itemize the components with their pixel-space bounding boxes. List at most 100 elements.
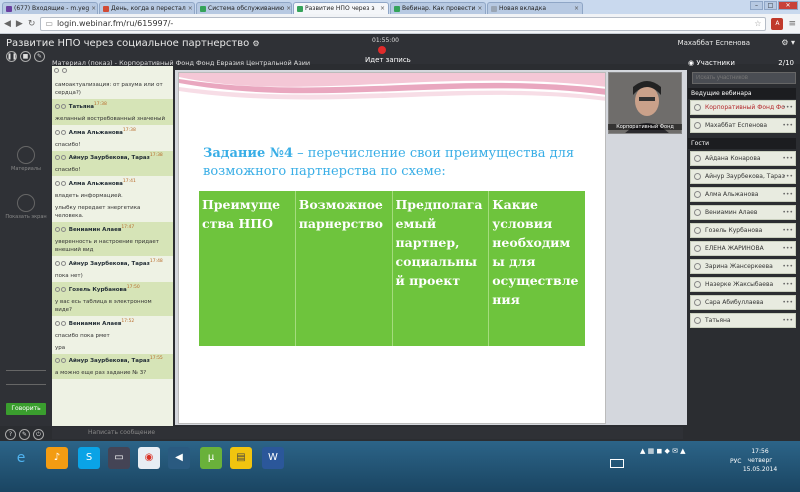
participant-menu-icon[interactable]: ••• <box>782 314 793 327</box>
browser-tab-bar: (677) Входящие - m.yeg × День, когда в пер… <box>0 0 800 14</box>
message-time: 17:48 <box>149 259 163 265</box>
slide-table: Преимуще ства НПО Возможное парнерство П… <box>199 191 585 346</box>
user-icon <box>55 227 60 233</box>
browser-tab[interactable]: Новая вкладка × <box>487 2 583 14</box>
participant-row[interactable]: Айдана Конарова ••• <box>690 151 796 166</box>
screen-share-icon <box>17 194 35 212</box>
volume-slider[interactable] <box>6 370 46 371</box>
participant-row[interactable]: Сара Абибуллаева ••• <box>690 295 796 310</box>
chat-settings-icon[interactable] <box>62 68 67 73</box>
participant-menu-icon[interactable]: ••• <box>782 101 793 114</box>
menu-icon[interactable]: ≡ <box>788 19 796 29</box>
url-input[interactable]: ▭ login.webinar.fm/ru/615997/- ☆ <box>40 16 767 31</box>
participant-row[interactable]: Татьяна ••• <box>690 313 796 328</box>
sound-icon[interactable]: ◀ <box>168 447 190 469</box>
reply-icon[interactable] <box>61 129 66 135</box>
close-tab-icon[interactable]: × <box>380 3 385 14</box>
participant-menu-icon[interactable]: ••• <box>782 152 793 165</box>
participant-row[interactable]: ЕЛЕНА ЖАРИНОВА ••• <box>690 241 796 256</box>
user-icon <box>55 129 60 135</box>
participant-row[interactable]: Зарина Жансеркеева ••• <box>690 259 796 274</box>
reply-icon[interactable] <box>61 358 66 364</box>
chat-filter-icon[interactable] <box>54 68 59 73</box>
materials-button[interactable]: Материалы <box>4 146 48 172</box>
bookmark-star-icon[interactable]: ☆ <box>754 18 761 30</box>
participant-menu-icon[interactable]: ••• <box>782 224 793 237</box>
participant-row[interactable]: Айнур Заурбекова, Тараз ••• <box>690 169 796 184</box>
slide-col-3: Предполага емый партнер, социальны й про… <box>393 191 490 346</box>
chrome-icon[interactable]: ◉ <box>138 447 160 469</box>
participant-menu-icon[interactable]: ••• <box>782 170 793 183</box>
monitor-icon[interactable]: ▭ <box>108 447 130 469</box>
chat-message: улыбку передает энергетика человека. <box>55 205 141 220</box>
participant-menu-icon[interactable]: ••• <box>782 296 793 309</box>
chat-message: желанный востребованный значеный <box>52 112 173 125</box>
participant-name: Назерке Жаксыбаева <box>705 281 774 288</box>
settings-gear-icon[interactable]: ⚙ <box>252 39 259 48</box>
participant-menu-icon[interactable]: ••• <box>782 242 793 255</box>
participant-menu-icon[interactable]: ••• <box>782 206 793 219</box>
browser-tab[interactable]: День, когда в перестал × <box>99 2 195 14</box>
browser-tab[interactable]: Развитие НПО через з × <box>293 2 389 14</box>
keyboard-icon[interactable] <box>610 459 624 468</box>
maximize-button[interactable]: □ <box>764 1 777 10</box>
participant-row[interactable]: Назерке Жаксыбаева ••• <box>690 277 796 292</box>
close-tab-icon[interactable]: × <box>286 3 291 14</box>
back-icon[interactable]: ◀ <box>4 19 11 29</box>
participant-menu-icon[interactable]: ••• <box>782 188 793 201</box>
participant-menu-icon[interactable]: ••• <box>782 119 793 132</box>
close-tab-icon[interactable]: × <box>477 3 482 14</box>
participant-name: Махаббат Еспенова <box>705 122 768 129</box>
winamp-icon[interactable]: ♪ <box>46 447 68 469</box>
reply-icon[interactable] <box>61 286 66 292</box>
minimize-button[interactable]: – <box>750 1 763 10</box>
speak-button[interactable]: Говорить <box>6 403 46 415</box>
reply-icon[interactable] <box>61 320 66 326</box>
adblock-extension-icon[interactable]: A <box>771 17 784 30</box>
participant-row[interactable]: Махаббат Еспенова ••• <box>690 118 796 133</box>
reload-icon[interactable]: ↻ <box>28 19 36 29</box>
utorrent-icon[interactable]: µ <box>200 447 222 469</box>
participant-row[interactable]: Гозель Курбанова ••• <box>690 223 796 238</box>
word-icon[interactable]: W <box>262 447 284 469</box>
reply-icon[interactable] <box>61 181 66 187</box>
taskbar-clock[interactable]: 17:56 четверг 15.05.2014 <box>728 447 792 474</box>
participant-row[interactable]: Корпоративный Фонд Фо ••• <box>690 100 796 115</box>
power-icon[interactable]: ⏻ <box>33 429 44 440</box>
folder-icon[interactable]: ▤ <box>230 447 252 469</box>
browser-tab[interactable]: Система обслуживанию × <box>196 2 292 14</box>
user-menu-icon[interactable]: ⚙ ▾ <box>781 38 795 47</box>
ie-icon[interactable]: e <box>10 447 32 469</box>
participant-row[interactable]: Алма Альжанова ••• <box>690 187 796 202</box>
close-tab-icon[interactable]: × <box>188 3 193 14</box>
show-screen-button[interactable]: Показать экран <box>4 194 48 220</box>
browser-tab[interactable]: (677) Входящие - m.yeg × <box>2 2 98 14</box>
reply-icon[interactable] <box>61 227 66 233</box>
reply-icon[interactable] <box>61 155 66 161</box>
forward-icon[interactable]: ▶ <box>16 19 23 29</box>
mic-slider[interactable] <box>6 384 46 385</box>
close-tab-icon[interactable]: × <box>91 3 96 14</box>
participants-search-input[interactable] <box>692 72 796 84</box>
record-icon[interactable] <box>378 46 386 54</box>
current-user-name[interactable]: Махаббат Еспенова <box>678 39 750 47</box>
user-icon <box>55 320 60 326</box>
reply-icon[interactable] <box>61 103 66 109</box>
browser-tab[interactable]: Вебинар. Как провести × <box>390 2 486 14</box>
close-tab-icon[interactable]: × <box>574 3 579 14</box>
chat-message-input[interactable]: Написать сообщение <box>52 427 683 439</box>
participant-menu-icon[interactable]: ••• <box>782 278 793 291</box>
tab-favicon <box>103 5 109 12</box>
skype-icon[interactable]: S <box>78 447 100 469</box>
stop-icon[interactable]: ■ <box>20 51 31 62</box>
edit-icon[interactable]: ✎ <box>19 429 30 440</box>
participants-count: 2/10 <box>778 59 794 67</box>
close-window-button[interactable]: ✕ <box>778 1 798 10</box>
reply-icon[interactable] <box>61 260 66 266</box>
participant-row[interactable]: Вениамин Алаев ••• <box>690 205 796 220</box>
pause-icon[interactable]: ❚❚ <box>6 51 17 62</box>
tools-icon[interactable]: ✎ <box>34 51 45 62</box>
participant-menu-icon[interactable]: ••• <box>782 260 793 273</box>
tray-icons[interactable]: ▲ ▦ ◼ ◆ ✉ ▲ <box>640 447 686 455</box>
help-icon[interactable]: ? <box>5 429 16 440</box>
